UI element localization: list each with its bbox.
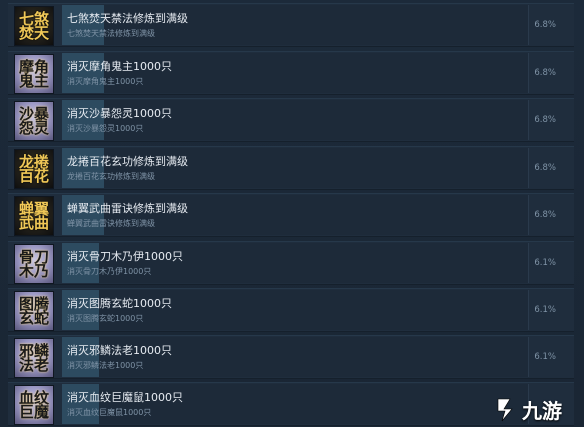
achievement-title: 消灭血纹巨魔鼠1000只 (67, 391, 183, 404)
achievement-row[interactable]: 血纹巨魔 消灭血纹巨魔鼠1000只 消灭血纹巨魔鼠1000只 (8, 382, 574, 426)
achievement-description: 消灭图腾玄蛇1000只 (67, 314, 144, 323)
achievement-description: 蝉翼武曲雷诀修炼到满级 (67, 219, 155, 228)
achievement-description: 消灭骨刀木乃伊1000只 (67, 267, 152, 276)
achievement-list: 七煞焚天 七煞焚天禁法修炼到满级 七煞焚天禁法修炼到满级 6.8% 摩角鬼主 消… (0, 0, 584, 427)
unlock-percentage: 6.1% (534, 305, 556, 315)
purple-demon-icon: 邪鳞法老 (14, 338, 54, 378)
purple-demon-icon: 骨刀木乃 (14, 244, 54, 284)
unlock-percentage: 6.1% (534, 258, 556, 268)
unlock-percentage: 6.8% (534, 115, 556, 125)
achievement-title: 七煞焚天禁法修炼到满级 (67, 12, 188, 25)
watermark-text: 九游 (522, 398, 562, 423)
achievement-title: 消灭邪鳞法老1000只 (67, 344, 172, 357)
achievement-row[interactable]: 沙暴怨灵 消灭沙暴怨灵1000只 消灭沙暴怨灵1000只 6.8% (8, 98, 574, 142)
achievement-row[interactable]: 骨刀木乃 消灭骨刀木乃伊1000只 消灭骨刀木乃伊1000只 6.1% (8, 241, 574, 285)
achievement-row[interactable]: 蝉翼武曲 蝉翼武曲雷诀修炼到满级 蝉翼武曲雷诀修炼到满级 6.8% (8, 193, 574, 237)
achievement-title: 消灭沙暴怨灵1000只 (67, 107, 172, 120)
achievement-description: 消灭血纹巨魔鼠1000只 (67, 408, 152, 417)
achievement-description: 消灭邪鳞法老1000只 (67, 361, 144, 370)
unlock-percentage: 6.8% (534, 20, 556, 30)
achievement-title: 龙捲百花玄功修炼到满级 (67, 155, 188, 168)
achievement-row[interactable]: 图腾玄蛇 消灭图腾玄蛇1000只 消灭图腾玄蛇1000只 6.1% (8, 288, 574, 332)
achievement-description: 消灭沙暴怨灵1000只 (67, 124, 144, 133)
unlock-percentage: 6.8% (534, 210, 556, 220)
achievement-title: 消灭骨刀木乃伊1000只 (67, 250, 183, 263)
achievement-title: 蝉翼武曲雷诀修炼到满级 (67, 202, 188, 215)
achievement-row[interactable]: 七煞焚天 七煞焚天禁法修炼到满级 七煞焚天禁法修炼到满级 6.8% (8, 3, 574, 47)
jiuyou-logo-icon (497, 398, 513, 422)
watermark: 九游 (492, 393, 578, 425)
purple-demon-icon: 沙暴怨灵 (14, 101, 54, 141)
unlock-percentage: 6.1% (534, 352, 556, 362)
gold-seal-icon: 蝉翼武曲 (14, 196, 54, 236)
gold-seal-icon: 龙捲百花 (14, 149, 54, 189)
achievement-description: 消灭摩角鬼主1000只 (67, 77, 144, 86)
achievement-description: 龙捲百花玄功修炼到满级 (67, 172, 155, 181)
purple-demon-icon: 图腾玄蛇 (14, 291, 54, 331)
unlock-percentage: 6.8% (534, 163, 556, 173)
unlock-percentage: 6.8% (534, 68, 556, 78)
achievement-title: 消灭摩角鬼主1000只 (67, 60, 172, 73)
achievement-description: 七煞焚天禁法修炼到满级 (67, 29, 155, 38)
purple-demon-icon: 摩角鬼主 (14, 54, 54, 94)
gold-seal-icon: 七煞焚天 (14, 6, 54, 46)
purple-demon-icon: 血纹巨魔 (14, 385, 54, 425)
achievement-row[interactable]: 龙捲百花 龙捲百花玄功修炼到满级 龙捲百花玄功修炼到满级 6.8% (8, 146, 574, 190)
achievement-row[interactable]: 摩角鬼主 消灭摩角鬼主1000只 消灭摩角鬼主1000只 6.8% (8, 51, 574, 95)
achievement-row[interactable]: 邪鳞法老 消灭邪鳞法老1000只 消灭邪鳞法老1000只 6.1% (8, 335, 574, 379)
achievement-title: 消灭图腾玄蛇1000只 (67, 297, 172, 310)
